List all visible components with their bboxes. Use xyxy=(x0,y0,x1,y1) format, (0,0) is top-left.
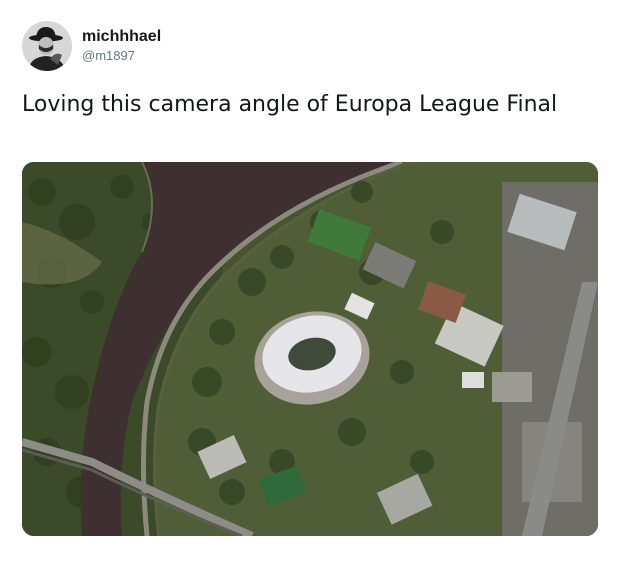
author-display-name[interactable]: michhhael xyxy=(82,27,161,47)
avatar[interactable] xyxy=(22,21,72,71)
tweet-text: Loving this camera angle of Europa Leagu… xyxy=(22,92,558,117)
author-names: michhhael @m1897 xyxy=(82,27,161,65)
author-handle[interactable]: @m1897 xyxy=(82,47,161,65)
satellite-image-icon xyxy=(22,162,598,536)
tweet-card: michhhael @m1897 Loving this camera angl… xyxy=(0,0,624,572)
person-with-hat-icon xyxy=(22,21,72,71)
tweet-media[interactable] xyxy=(22,162,598,536)
tweet-header: michhhael @m1897 xyxy=(22,20,161,72)
